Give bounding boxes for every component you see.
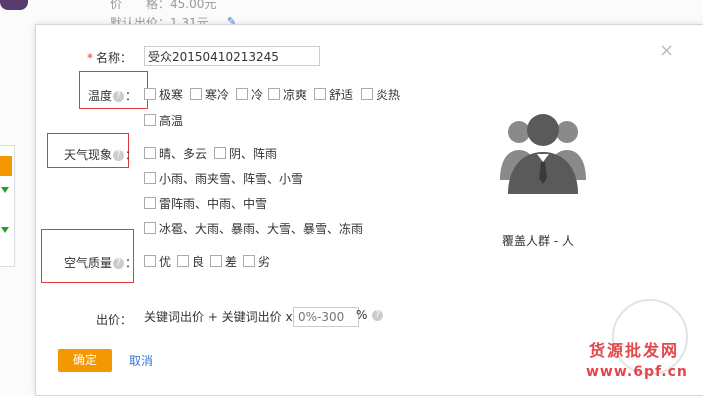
air-quality-option[interactable]: 差 xyxy=(210,253,237,270)
checkbox[interactable] xyxy=(144,114,156,126)
checkbox[interactable] xyxy=(144,197,156,209)
checkbox[interactable] xyxy=(236,88,248,100)
bid-formula: 关键词出价 + 关键词出价 x xyxy=(144,310,293,324)
option-label: 舒适 xyxy=(329,88,354,102)
temperature-option[interactable]: 高温 xyxy=(144,112,183,129)
option-label: 优 xyxy=(159,255,172,269)
cancel-link[interactable]: 取消 xyxy=(129,352,153,369)
air-quality-option[interactable]: 劣 xyxy=(243,253,270,270)
help-icon[interactable]: ? xyxy=(112,258,124,269)
weather-option[interactable]: 冰雹、大雨、暴雨、大雪、暴雪、冻雨 xyxy=(144,220,363,237)
option-label: 良 xyxy=(192,255,205,269)
close-icon[interactable]: × xyxy=(659,42,674,60)
left-panel-tab[interactable] xyxy=(0,156,12,176)
required-mark: * xyxy=(86,51,93,65)
option-label: 阴、阵雨 xyxy=(229,147,278,161)
checkbox[interactable] xyxy=(210,255,222,267)
label-colon: ： xyxy=(124,89,137,103)
checkbox[interactable] xyxy=(144,172,156,184)
weather-option[interactable]: 雷阵雨、中雨、中雪 xyxy=(144,195,267,212)
down-arrow-icon[interactable] xyxy=(1,227,9,233)
checkbox[interactable] xyxy=(144,147,156,159)
name-label: * 名称： xyxy=(37,49,132,66)
option-label: 雷阵雨、中雨、中雪 xyxy=(159,197,268,211)
bid-percent-input[interactable] xyxy=(293,307,359,327)
checkbox[interactable] xyxy=(144,255,156,267)
temperature-label-text: 温度 xyxy=(87,89,112,103)
bid-unit: % ? xyxy=(356,308,384,322)
option-label: 极寒 xyxy=(159,88,184,102)
temperature-option[interactable]: 寒冷 xyxy=(190,86,229,103)
temperature-label: 温度?： xyxy=(42,87,137,104)
weather-label: 天气现象?： xyxy=(42,146,137,163)
checkbox[interactable] xyxy=(214,147,226,159)
price-text: 价 格：45.00元 xyxy=(110,0,217,11)
temperature-option[interactable]: 炎热 xyxy=(361,86,400,103)
temperature-option[interactable]: 舒适 xyxy=(314,86,353,103)
weather-option[interactable]: 小雨、雨夹雪、阵雪、小雪 xyxy=(144,170,303,187)
temperature-option[interactable]: 凉爽 xyxy=(268,86,307,103)
weather-option[interactable]: 阴、阵雨 xyxy=(214,145,277,162)
option-label: 冰雹、大雨、暴雨、大雪、暴雪、冻雨 xyxy=(159,222,364,236)
product-thumbnail xyxy=(0,0,28,10)
help-icon[interactable]: ? xyxy=(372,310,384,321)
name-label-text: 名称： xyxy=(95,51,132,65)
percent-sign: % xyxy=(356,308,368,322)
air-quality-option[interactable]: 优 xyxy=(144,253,171,270)
air-quality-label-text: 空气质量 xyxy=(63,256,112,270)
checkbox[interactable] xyxy=(144,222,156,234)
help-icon[interactable]: ? xyxy=(112,91,124,102)
down-arrow-icon[interactable] xyxy=(1,187,9,193)
help-icon[interactable]: ? xyxy=(112,150,124,161)
checkbox[interactable] xyxy=(361,88,373,100)
temperature-option[interactable]: 极寒 xyxy=(144,86,183,103)
option-label: 高温 xyxy=(159,114,184,128)
label-colon: ： xyxy=(124,148,137,162)
checkbox[interactable] xyxy=(243,255,255,267)
watermark-url: www.6pf.cn xyxy=(586,364,688,380)
checkbox[interactable] xyxy=(190,88,202,100)
audience-caption: 覆盖人群 - 人 xyxy=(502,234,574,248)
option-label: 晴、多云 xyxy=(159,147,208,161)
weather-label-text: 天气现象 xyxy=(63,148,112,162)
option-label: 寒冷 xyxy=(205,88,230,102)
user-group-icon xyxy=(500,114,586,194)
bid-label: 出价： xyxy=(95,313,132,327)
option-label: 差 xyxy=(225,255,238,269)
temperature-option[interactable]: 冷 xyxy=(236,86,263,103)
checkbox[interactable] xyxy=(268,88,280,100)
air-quality-label: 空气质量?： xyxy=(42,254,137,271)
option-label: 凉爽 xyxy=(283,88,308,102)
checkbox[interactable] xyxy=(314,88,326,100)
checkbox[interactable] xyxy=(144,88,156,100)
checkbox[interactable] xyxy=(177,255,189,267)
option-label: 炎热 xyxy=(376,88,401,102)
label-colon: ： xyxy=(124,256,137,270)
confirm-button[interactable]: 确定 xyxy=(58,349,112,372)
watermark-title: 货源批发网 xyxy=(589,341,680,360)
option-label: 劣 xyxy=(258,255,271,269)
option-label: 冷 xyxy=(251,88,264,102)
air-quality-option[interactable]: 良 xyxy=(177,253,204,270)
weather-option[interactable]: 晴、多云 xyxy=(144,145,207,162)
option-label: 小雨、雨夹雪、阵雪、小雪 xyxy=(159,172,304,186)
name-input[interactable] xyxy=(144,46,320,66)
